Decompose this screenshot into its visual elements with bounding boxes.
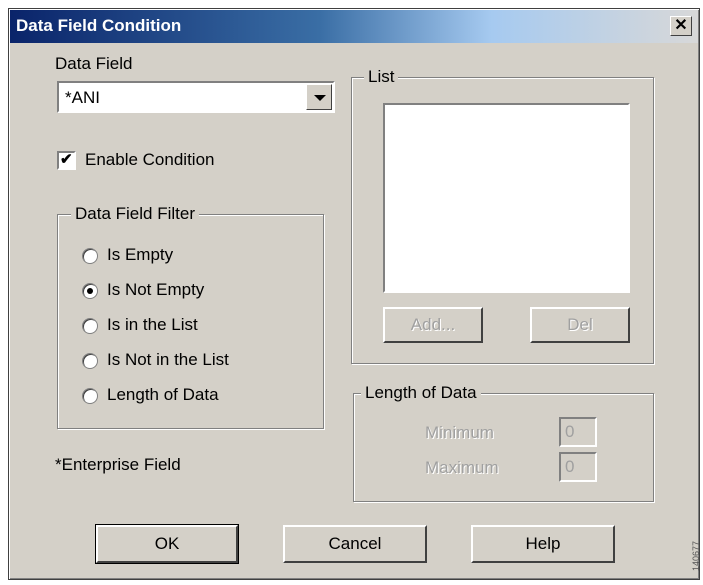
enterprise-field-note: *Enterprise Field [55,455,181,474]
add-button[interactable]: Add... [383,307,483,343]
data-field-select[interactable]: *ANI [57,81,335,113]
title-bar[interactable]: Data Field Condition ✕ [10,10,698,43]
enable-condition-label: Enable Condition [85,150,215,169]
length-of-data-legend: Length of Data [361,383,481,403]
check-icon: ✔ [60,151,73,168]
maximum-input[interactable]: 0 [559,452,597,482]
data-field-value: *ANI [65,88,100,107]
cancel-button[interactable]: Cancel [283,525,427,563]
maximum-value: 0 [565,457,575,476]
radio-is-not-empty[interactable] [82,283,98,299]
figure-id-watermark: 140677 [691,540,701,571]
ok-button[interactable]: OK [95,524,239,564]
radio-is-in-list[interactable] [82,318,98,334]
minimum-value: 0 [565,422,575,441]
radio-is-not-in-list[interactable] [82,353,98,369]
radio-length-of-data[interactable] [82,388,98,404]
enable-condition-checkbox[interactable]: ✔ [57,151,76,170]
window-title: Data Field Condition [16,16,182,35]
data-field-filter-legend: Data Field Filter [71,204,199,224]
list-box[interactable] [383,103,630,293]
length-of-data-group [353,393,654,502]
data-field-label: Data Field [55,54,133,73]
radio-label-length-of-data: Length of Data [107,385,219,404]
close-icon: ✕ [674,17,688,34]
del-button[interactable]: Del [530,307,630,343]
minimum-input[interactable]: 0 [559,417,597,447]
list-legend: List [364,67,399,87]
dialog-window: Data Field Condition ✕ Data Field *ANI ✔… [8,8,700,580]
chevron-down-icon[interactable] [306,84,332,110]
help-button[interactable]: Help [471,525,615,563]
radio-label-is-in-list: Is in the List [107,315,198,334]
radio-label-is-empty: Is Empty [107,245,174,264]
radio-label-is-not-in-list: Is Not in the List [107,350,229,369]
minimum-label: Minimum [425,423,494,442]
radio-label-is-not-empty: Is Not Empty [107,280,205,299]
radio-is-empty[interactable] [82,248,98,264]
close-button[interactable]: ✕ [670,16,692,36]
maximum-label: Maximum [425,458,499,477]
